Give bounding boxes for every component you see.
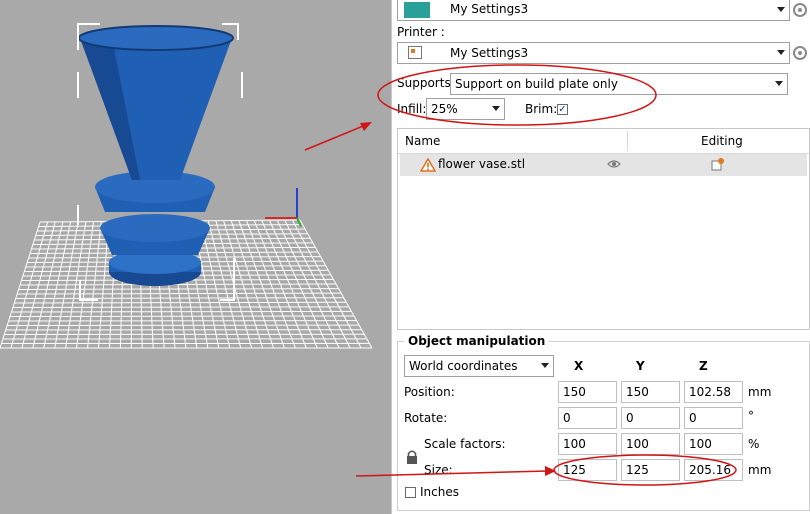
brim-label: Brim: (525, 102, 558, 116)
scale-unit: % (748, 437, 760, 451)
eye-icon[interactable] (607, 159, 621, 169)
position-z-field[interactable]: 102.58 (684, 381, 743, 403)
rotate-x-field[interactable]: 0 (558, 407, 617, 429)
object-list[interactable]: Name Editing flower vase.stl (397, 128, 810, 330)
chevron-down-icon (492, 106, 500, 111)
size-label: Size: (424, 463, 453, 477)
printer-icon (408, 46, 422, 59)
rotate-label: Rotate: (404, 411, 448, 425)
gear-icon[interactable] (793, 46, 807, 60)
rotate-unit: ° (748, 409, 754, 423)
chevron-down-icon (775, 81, 783, 86)
filament-settings-value: My Settings3 (450, 2, 529, 16)
axis-x-header: X (574, 359, 584, 373)
list-item[interactable]: flower vase.stl (400, 154, 807, 176)
vase-model[interactable] (78, 25, 234, 286)
grid-line (12, 306, 349, 308)
edit-settings-icon[interactable] (711, 157, 725, 171)
supports-combo[interactable]: Support on build plate only (450, 73, 788, 95)
inches-checkbox[interactable] (405, 487, 416, 498)
size-x-field[interactable]: 125 (558, 459, 617, 481)
object-manipulation-title: Object manipulation (404, 334, 550, 348)
size-y-field[interactable]: 125 (621, 459, 680, 481)
scale-x-field[interactable]: 100 (558, 433, 617, 455)
grid-line (17, 292, 342, 295)
infill-label: Infill: (397, 102, 427, 116)
brim-checkbox[interactable]: ✓ (557, 104, 568, 115)
printer-combo[interactable]: My Settings3 (397, 42, 790, 64)
column-name-header[interactable]: Name (405, 134, 440, 148)
axis-z-header: Z (699, 359, 708, 373)
grid-line (18, 288, 339, 290)
size-unit: mm (748, 463, 772, 477)
rotate-z-field[interactable]: 0 (684, 407, 743, 429)
coordinate-system-value: World coordinates (409, 359, 518, 373)
scale-y-field[interactable]: 100 (621, 433, 680, 455)
settings-panel: My Settings3 Printer : My Settings3 Supp… (391, 0, 810, 514)
coordinate-system-combo[interactable]: World coordinates (404, 355, 554, 377)
lock-icon[interactable] (405, 449, 419, 465)
object-list-header: Name Editing (398, 129, 809, 154)
rotate-y-field[interactable]: 0 (621, 407, 680, 429)
warning-icon[interactable] (420, 158, 436, 172)
axis-y-header: Y (636, 359, 645, 373)
supports-label: Supports: (397, 76, 455, 90)
column-editing-header[interactable]: Editing (701, 134, 743, 148)
viewport-scene[interactable] (0, 0, 391, 514)
chevron-down-icon (777, 50, 785, 55)
grid-line (11, 310, 352, 313)
3d-viewport[interactable] (0, 0, 391, 514)
grid-line (14, 301, 347, 304)
position-y-field[interactable]: 150 (621, 381, 680, 403)
position-label: Position: (404, 385, 455, 399)
grid-line (9, 315, 355, 317)
chevron-down-icon (541, 363, 549, 368)
chevron-down-icon (777, 7, 785, 12)
inches-label: Inches (420, 485, 459, 499)
supports-value: Support on build plate only (455, 77, 618, 91)
position-x-field[interactable]: 150 (558, 381, 617, 403)
gear-icon[interactable] (793, 3, 807, 17)
position-unit: mm (748, 385, 772, 399)
printer-value: My Settings3 (450, 46, 529, 60)
scale-z-field[interactable]: 100 (684, 433, 743, 455)
filament-settings-combo[interactable]: My Settings3 (397, 0, 790, 21)
grid-line (19, 283, 337, 286)
grid-line (15, 297, 344, 299)
scale-factors-label: Scale factors: (424, 437, 506, 451)
object-name: flower vase.stl (438, 157, 526, 171)
size-z-field[interactable]: 205.16 (684, 459, 743, 481)
infill-combo[interactable]: 25% (426, 98, 505, 120)
infill-value: 25% (431, 102, 458, 116)
filament-color-swatch (404, 2, 430, 18)
printer-label: Printer : (397, 25, 445, 39)
